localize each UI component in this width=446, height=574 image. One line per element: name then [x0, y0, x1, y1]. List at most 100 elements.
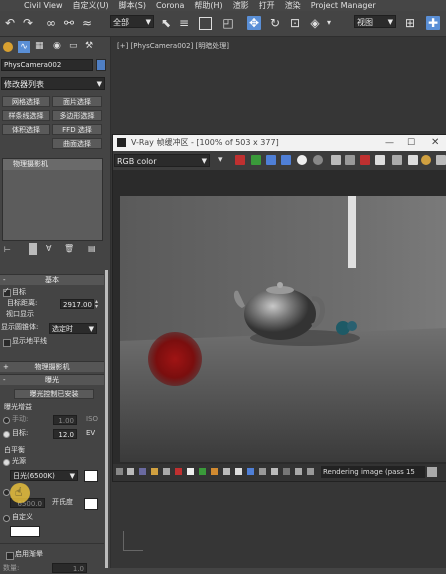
target-distance-spinner[interactable]: ▴ ▾: [95, 299, 98, 310]
volume-select-button[interactable]: 体积选择: [2, 124, 50, 135]
menu-help[interactable]: 帮助(H): [194, 0, 222, 11]
red-channel-icon[interactable]: [235, 155, 245, 165]
target-ev-radio[interactable]: [3, 431, 10, 438]
configure-sets-icon[interactable]: ▤: [88, 244, 96, 253]
status-icon-3[interactable]: [139, 468, 146, 475]
modify-tab-icon[interactable]: ∿: [18, 41, 30, 53]
status-icon-2[interactable]: [127, 468, 134, 475]
selection-filter-dropdown[interactable]: 全部 ▼: [110, 15, 154, 28]
track-mouse-icon[interactable]: [313, 155, 323, 165]
ffd-select-button[interactable]: FFD 选择: [52, 124, 102, 135]
exposure-rollout-header[interactable]: - 曝光: [0, 374, 104, 385]
status-icon-11[interactable]: [235, 468, 242, 475]
status-icon-7[interactable]: [187, 468, 194, 475]
maximize-icon[interactable]: ☐: [407, 135, 415, 151]
status-icon-17[interactable]: [307, 468, 314, 475]
save-icon[interactable]: [331, 155, 341, 165]
physical-camera-rollout-header[interactable]: + 物理摄影机: [0, 361, 104, 372]
select-and-move-icon[interactable]: ✥: [247, 16, 261, 30]
close-icon[interactable]: ✕: [431, 135, 439, 151]
menu-script[interactable]: 脚本(S): [119, 0, 146, 11]
place-icon[interactable]: ◈: [308, 16, 322, 30]
load-icon[interactable]: [345, 155, 355, 165]
status-icon-1[interactable]: [116, 468, 123, 475]
status-icon-9[interactable]: [211, 468, 218, 475]
manual-iso-field[interactable]: 1.00: [53, 415, 77, 425]
undo-icon[interactable]: ↶: [3, 16, 17, 30]
create-tab-icon[interactable]: [3, 42, 13, 52]
pin-stack-icon[interactable]: ⊢: [4, 245, 11, 254]
save-image-icon[interactable]: ▾: [218, 155, 228, 165]
status-icon-4[interactable]: [151, 468, 158, 475]
manual-radio[interactable]: [3, 417, 10, 424]
viewport-label[interactable]: [+] [PhysCamera002] [明暗处理]: [117, 41, 229, 51]
object-color-swatch[interactable]: [96, 59, 106, 71]
spline-select-button[interactable]: 样条线选择: [2, 110, 50, 121]
copy-icon[interactable]: [375, 155, 385, 165]
vray-title-bar[interactable]: V-Ray 帧缓冲区 - [100% of 503 x 377] — ☐ ✕: [113, 135, 446, 151]
menu-civil-view[interactable]: Civil View: [24, 1, 63, 10]
utilities-tab-icon[interactable]: ⚒: [85, 41, 96, 52]
select-and-rotate-icon[interactable]: ↻: [268, 16, 282, 30]
status-icon-13[interactable]: [259, 468, 266, 475]
status-icon-14[interactable]: [271, 468, 278, 475]
status-icon-6[interactable]: [175, 468, 182, 475]
remove-modifier-icon[interactable]: 🗑: [64, 244, 74, 253]
patch-select-button[interactable]: 面片选择: [52, 96, 102, 107]
status-expand-icon[interactable]: [427, 467, 437, 477]
target-ev-field[interactable]: 12.0: [53, 429, 77, 439]
green-channel-icon[interactable]: [251, 155, 261, 165]
mesh-select-button[interactable]: 网格选择: [2, 96, 50, 107]
show-cone-dropdown[interactable]: 选定时 ▼: [49, 323, 97, 334]
vignetting-amount-field[interactable]: 1.0: [52, 563, 87, 573]
mono-channel-icon[interactable]: [297, 155, 307, 165]
menu-corona[interactable]: Corona: [156, 1, 184, 10]
bind-space-warp-icon[interactable]: ≈: [80, 16, 94, 30]
render-icon[interactable]: [421, 155, 431, 165]
alpha-channel-icon[interactable]: [281, 155, 291, 165]
menu-open[interactable]: 打开: [259, 0, 275, 11]
select-and-scale-icon[interactable]: ⊡: [288, 16, 302, 30]
menu-render[interactable]: 渲染: [285, 0, 301, 11]
status-icon-16[interactable]: [295, 468, 302, 475]
status-icon-10[interactable]: [223, 468, 230, 475]
select-object-icon[interactable]: ⬉: [159, 16, 173, 30]
stack-item-physical-camera[interactable]: 物理摄影机: [3, 159, 102, 170]
view-dropdown[interactable]: 视图 ▼: [354, 15, 396, 28]
unlink-icon[interactable]: ⚯: [62, 16, 76, 30]
select-manipulate-icon[interactable]: ✚: [426, 16, 440, 30]
status-icon-8[interactable]: [199, 468, 206, 475]
temperature-color-swatch[interactable]: [84, 498, 98, 510]
reference-coord-dropdown-icon[interactable]: ▾: [322, 16, 336, 30]
modifier-list-dropdown[interactable]: 修改器列表 ▼: [1, 77, 105, 90]
display-tab-icon[interactable]: ▭: [69, 41, 80, 52]
minimize-icon[interactable]: —: [385, 135, 394, 151]
show-end-result-icon[interactable]: [29, 243, 37, 255]
enable-vignetting-checkbox[interactable]: [6, 552, 14, 560]
poly-select-button[interactable]: 多边形选择: [52, 110, 102, 121]
surface-select-button[interactable]: 曲面选择: [52, 138, 102, 149]
target-distance-field[interactable]: 2917.00: [60, 299, 94, 309]
basic-rollout-header[interactable]: - 基本: [0, 274, 104, 285]
menu-render-shadow[interactable]: 渲影: [233, 0, 249, 11]
use-pivot-center-icon[interactable]: ⊞: [403, 16, 417, 30]
target-checkbox[interactable]: [3, 286, 11, 297]
clear-icon[interactable]: [360, 155, 370, 165]
redo-icon[interactable]: ↷: [21, 16, 35, 30]
illuminant-radio[interactable]: [3, 459, 10, 466]
panel-scrollbar[interactable]: [105, 270, 108, 568]
status-icon-12[interactable]: [247, 468, 254, 475]
menu-customize[interactable]: 自定义(U): [73, 0, 109, 11]
custom-color-swatch[interactable]: [10, 526, 40, 537]
exposure-control-installed-button[interactable]: 曝光控制已安装: [14, 389, 94, 399]
stop-icon[interactable]: [436, 155, 446, 165]
region-icon[interactable]: [392, 155, 402, 165]
temperature-radio[interactable]: [3, 489, 10, 496]
status-icon-15[interactable]: [283, 468, 290, 475]
illuminant-color-swatch[interactable]: [84, 470, 98, 482]
illuminant-dropdown[interactable]: 日光(6500K) ▼: [10, 470, 78, 481]
channel-dropdown[interactable]: RGB color ▼: [114, 154, 210, 167]
window-crossing-icon[interactable]: ◰: [221, 16, 235, 30]
motion-tab-icon[interactable]: ◉: [53, 41, 64, 52]
object-name-field[interactable]: PhysCamera002: [1, 59, 93, 71]
